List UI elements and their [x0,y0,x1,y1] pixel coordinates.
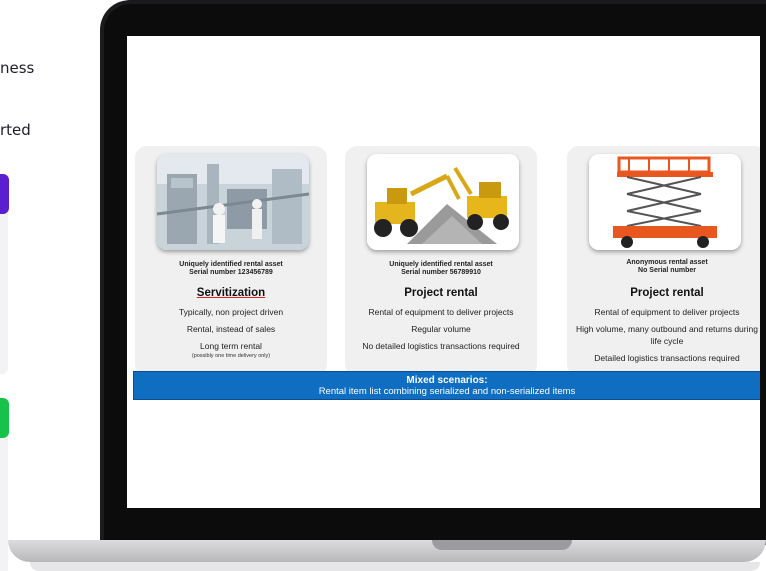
laptop-notch [432,540,572,550]
industrial-plant-photo [157,154,309,250]
card-line: Rental of equipment to deliver projects [368,307,514,317]
card-title: Project rental [630,287,704,299]
card-subtitle: Serial number 123456789 [189,269,273,276]
card-note: (possibly one time delivery only) [191,353,271,359]
page-text-fragment: rted [0,121,31,139]
card-title: Project rental [404,287,478,299]
scenario-card-project-rental-anonymous: Anonymous rental asset No Serial number … [567,146,760,376]
green-accent-tab [0,398,9,438]
purple-accent-tab [0,174,9,214]
scenario-card-project-rental: Uniquely identified rental asset Serial … [345,146,537,376]
laptop-base-shadow [30,562,760,571]
card-subtitle: Serial number 56789910 [401,269,481,276]
card-subtitle: No Serial number [638,267,696,274]
card-line: Rental, instead of sales [186,324,276,334]
scissor-lift-photo [589,154,741,250]
laptop-screen: Uniquely identified rental asset Serial … [127,36,760,508]
card-title: Servitization [196,287,266,299]
card-line: Typically, non project driven [178,307,284,317]
card-line: Long term rental [200,341,262,351]
banner-title: Mixed scenarios: [406,375,488,386]
excavators-photo [367,154,519,250]
scenario-card-servitization: Uniquely identified rental asset Serial … [135,146,327,376]
card-line: High volume, many outbound and returns d… [576,324,758,346]
banner-text: Rental item list combining serialized an… [318,386,576,397]
page-text-fragment: ness [0,59,35,77]
mixed-scenarios-banner: Mixed scenarios: Rental item list combin… [133,371,760,400]
card-line: No detailed logistics transactions requi… [362,341,520,351]
side-card [0,214,8,374]
card-line: Regular volume [411,324,471,334]
laptop-base [8,540,766,562]
card-line: Detailed logistics transactions required [594,353,740,363]
side-card [0,438,8,571]
card-line: Rental of equipment to deliver projects [594,307,740,317]
